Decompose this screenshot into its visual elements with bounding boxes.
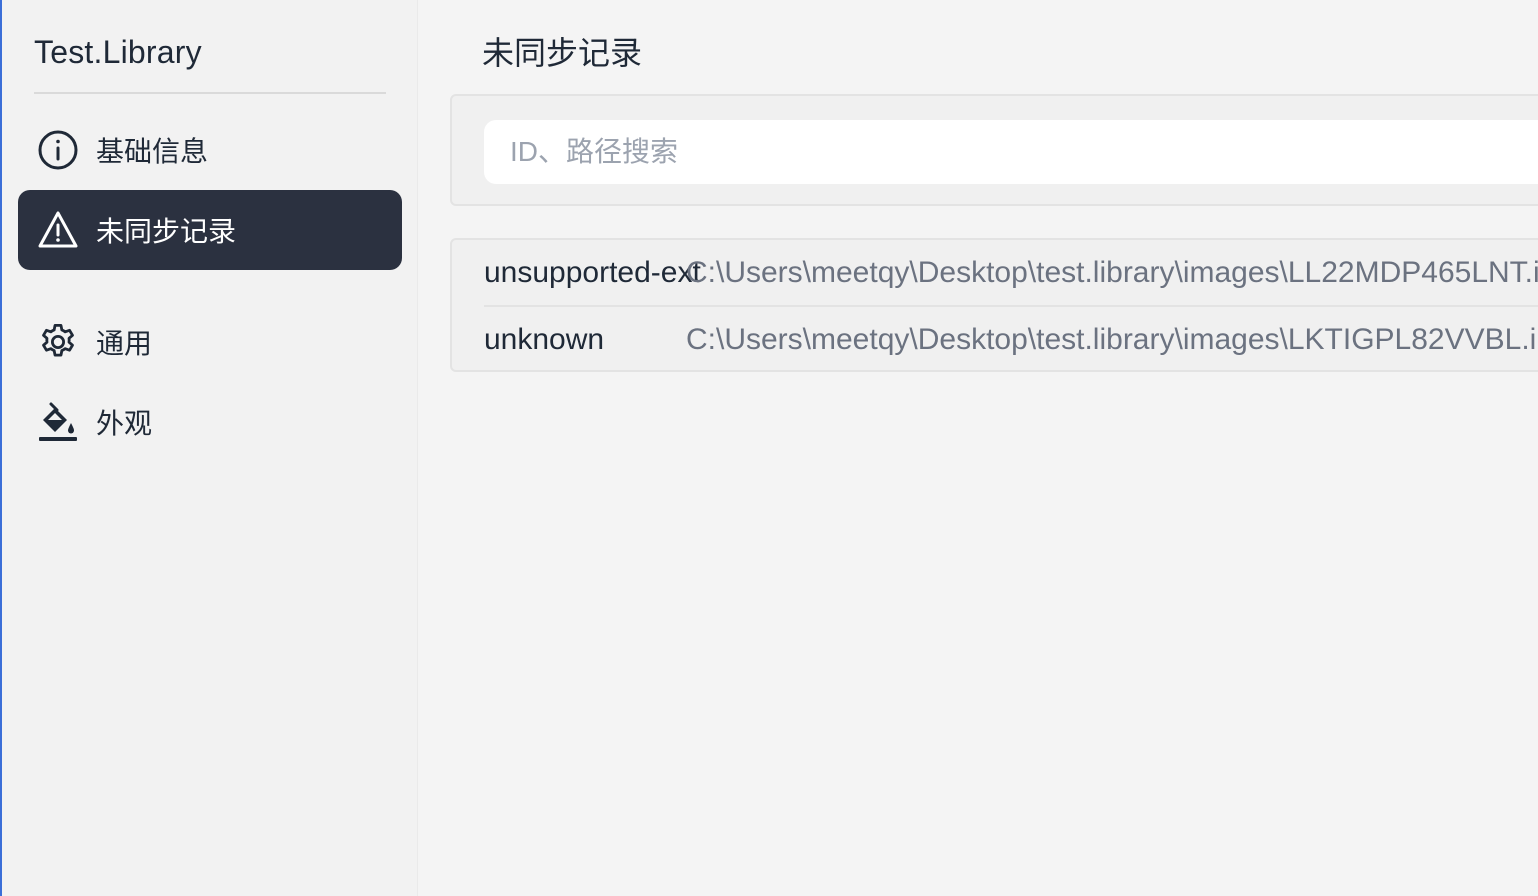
sidebar-item-label: 未同步记录 bbox=[96, 216, 237, 247]
sidebar-item-unsynced-records[interactable]: 未同步记录 bbox=[18, 190, 402, 270]
record-type: unsupported-ext bbox=[484, 256, 701, 289]
sidebar-item-basic-info[interactable]: 基础信息 bbox=[18, 110, 402, 190]
list-item[interactable]: unknown C:\Users\meetqy\Desktop\test.lib… bbox=[452, 307, 1538, 370]
list-item[interactable]: unsupported-ext C:\Users\meetqy\Desktop\… bbox=[452, 240, 1538, 305]
records-list: unsupported-ext C:\Users\meetqy\Desktop\… bbox=[450, 238, 1538, 372]
main-content: 未同步记录 unsupported-ext C:\Users\meetqy\De… bbox=[418, 0, 1538, 896]
warning-triangle-icon bbox=[36, 208, 80, 252]
page-title: 未同步记录 bbox=[482, 35, 643, 71]
sidebar-item-label: 通用 bbox=[96, 328, 153, 359]
app-title: Test.Library bbox=[34, 34, 202, 70]
sidebar-item-label: 基础信息 bbox=[96, 136, 209, 167]
paint-bucket-icon bbox=[36, 400, 80, 444]
sidebar: Test.Library 基础信息 未同步记录 通用 外观 bbox=[2, 0, 418, 896]
gear-icon bbox=[36, 320, 80, 364]
search-card bbox=[450, 94, 1538, 206]
sidebar-item-general[interactable]: 通用 bbox=[18, 302, 402, 382]
search-input[interactable] bbox=[484, 120, 1538, 184]
record-path: C:\Users\meetqy\Desktop\test.library\ima… bbox=[686, 323, 1538, 356]
record-type: unknown bbox=[484, 323, 605, 356]
record-path: C:\Users\meetqy\Desktop\test.library\ima… bbox=[686, 256, 1538, 289]
info-circle-icon bbox=[36, 128, 80, 172]
sidebar-item-label: 外观 bbox=[96, 408, 153, 439]
sidebar-item-appearance[interactable]: 外观 bbox=[18, 382, 402, 462]
title-divider bbox=[34, 92, 386, 94]
